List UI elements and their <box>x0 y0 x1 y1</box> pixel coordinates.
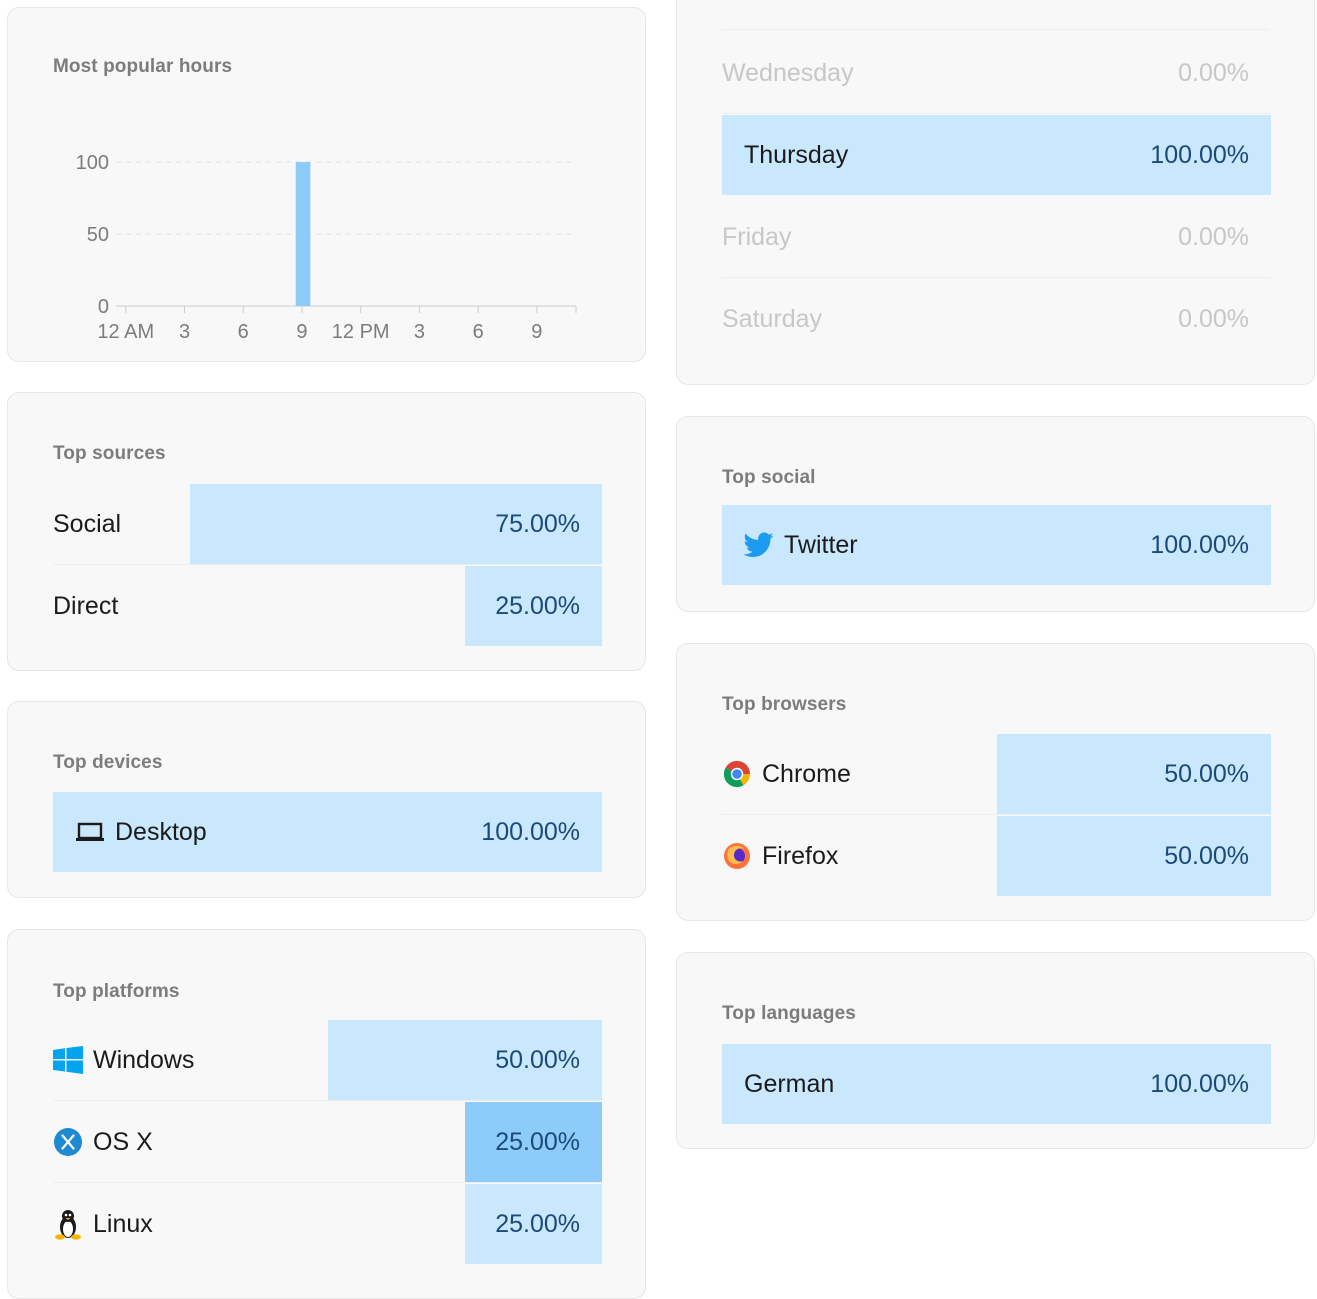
weekday-label: Wednesday <box>722 58 854 87</box>
source-label: Social <box>53 509 122 538</box>
popular-hours-card: Most popular hours 0 50 100 12 AM 3 6 9 12 PM 3 6… <box>7 7 646 362</box>
weekday-label: Thursday <box>744 140 849 169</box>
top-devices-card: Top devices Desktop 100.00% <box>7 701 646 898</box>
weekday-row-wednesday[interactable]: Wednesday 0.00% <box>722 33 1271 114</box>
x-tick-label: 12 AM <box>97 321 154 343</box>
platform-label: OS X <box>93 1127 153 1156</box>
windows-icon <box>53 1046 83 1074</box>
x-tick-label: 9 <box>531 321 542 343</box>
osx-icon <box>53 1127 83 1157</box>
browser-label: Firefox <box>762 841 839 870</box>
platform-label: Windows <box>93 1045 195 1074</box>
x-tick-label: 9 <box>296 321 307 343</box>
top-browsers-card: Top browsers Chrome 50.00% Firefox 50.00… <box>676 643 1315 921</box>
weekday-label: Saturday <box>722 304 823 333</box>
language-row-german[interactable]: German 100.00% <box>722 1044 1271 1124</box>
card-title: Most popular hours <box>53 56 233 77</box>
device-label-wrap: Desktop <box>75 792 207 872</box>
weekday-row-thursday[interactable]: Thursday 100.00% <box>722 115 1271 195</box>
chrome-icon <box>722 759 752 789</box>
language-label: German <box>744 1069 835 1098</box>
browser-percent: 50.00% <box>1164 841 1249 870</box>
y-tick-label: 100 <box>76 152 109 174</box>
row-separator <box>722 814 1271 815</box>
hour-bar <box>295 162 311 306</box>
platform-label-wrap: Linux <box>53 1184 153 1264</box>
row-separator <box>53 1100 602 1101</box>
card-title: Top sources <box>53 443 166 464</box>
social-label-wrap: Twitter <box>744 505 858 585</box>
x-tick-label: 12 PM <box>332 321 390 343</box>
source-row-social[interactable]: Social 75.00% <box>53 484 602 565</box>
top-sources-card: Top sources Social 75.00% Direct 25.00% <box>7 392 646 671</box>
platform-row-linux[interactable]: Linux 25.00% <box>53 1184 602 1264</box>
platform-label-wrap: OS X <box>53 1102 153 1182</box>
platform-label: Linux <box>93 1209 153 1238</box>
social-percent: 100.00% <box>1150 530 1249 559</box>
device-percent: 100.00% <box>481 817 580 846</box>
source-row-direct[interactable]: Direct 25.00% <box>53 566 602 646</box>
top-languages-card: Top languages German 100.00% <box>676 952 1315 1149</box>
card-title: Top social <box>722 467 816 488</box>
y-tick-label: 0 <box>98 296 109 318</box>
card-title: Top browsers <box>722 694 847 715</box>
source-percent: 25.00% <box>495 591 580 620</box>
weekday-percent: 0.00% <box>1178 304 1249 333</box>
browser-percent: 50.00% <box>1164 759 1249 788</box>
language-percent: 100.00% <box>1150 1069 1249 1098</box>
linux-icon <box>53 1208 83 1240</box>
weekday-percent: 100.00% <box>1150 140 1249 169</box>
device-label: Desktop <box>115 817 207 846</box>
x-tick-label: 6 <box>238 321 249 343</box>
x-tick-label: 3 <box>179 321 190 343</box>
platform-label-wrap: Windows <box>53 1020 194 1100</box>
x-tick-label: 6 <box>473 321 484 343</box>
weekday-row-friday[interactable]: Friday 0.00% <box>722 197 1271 278</box>
row-separator <box>722 113 1271 114</box>
social-row-twitter[interactable]: Twitter 100.00% <box>722 505 1271 585</box>
card-title: Top languages <box>722 1003 856 1024</box>
source-percent: 75.00% <box>495 509 580 538</box>
laptop-icon <box>75 821 105 843</box>
source-label: Direct <box>53 591 119 620</box>
browser-row-firefox[interactable]: Firefox 50.00% <box>722 816 1271 896</box>
platform-row-windows[interactable]: Windows 50.00% <box>53 1020 602 1101</box>
row-separator <box>722 277 1271 278</box>
social-label: Twitter <box>784 530 858 559</box>
y-tick-label: 50 <box>87 224 109 246</box>
row-separator <box>53 564 602 565</box>
browser-row-chrome[interactable]: Chrome 50.00% <box>722 734 1271 815</box>
platform-percent: 50.00% <box>495 1045 580 1074</box>
card-title: Top platforms <box>53 981 180 1002</box>
browser-label-wrap: Chrome <box>722 734 851 814</box>
weekday-percent: 0.00% <box>1178 58 1249 87</box>
row-separator <box>53 1182 602 1183</box>
hours-chart-svg: 0 50 100 12 AM 3 6 9 12 PM 3 6 9 <box>76 152 577 343</box>
weekday-label: Friday <box>722 222 792 251</box>
hours-chart: 0 50 100 12 AM 3 6 9 12 PM 3 6 9 <box>48 138 588 348</box>
browser-label: Chrome <box>762 759 851 788</box>
weekday-percent: 0.00% <box>1178 222 1249 251</box>
weekdays-card: Wednesday 0.00% Thursday 100.00% Friday … <box>676 0 1315 385</box>
browser-label-wrap: Firefox <box>722 816 838 896</box>
top-platforms-card: Top platforms Windows 50.00% OS X 25.00% <box>7 929 646 1299</box>
top-social-card: Top social Twitter 100.00% <box>676 416 1315 612</box>
twitter-icon <box>744 532 774 558</box>
weekday-row-saturday[interactable]: Saturday 0.00% <box>722 279 1271 359</box>
x-tick-label: 3 <box>414 321 425 343</box>
device-row-desktop[interactable]: Desktop 100.00% <box>53 792 602 872</box>
divider <box>722 29 1269 30</box>
platform-percent: 25.00% <box>495 1127 580 1156</box>
firefox-icon <box>722 841 752 871</box>
card-title: Top devices <box>53 752 163 773</box>
platform-percent: 25.00% <box>495 1209 580 1238</box>
platform-row-osx[interactable]: OS X 25.00% <box>53 1102 602 1183</box>
